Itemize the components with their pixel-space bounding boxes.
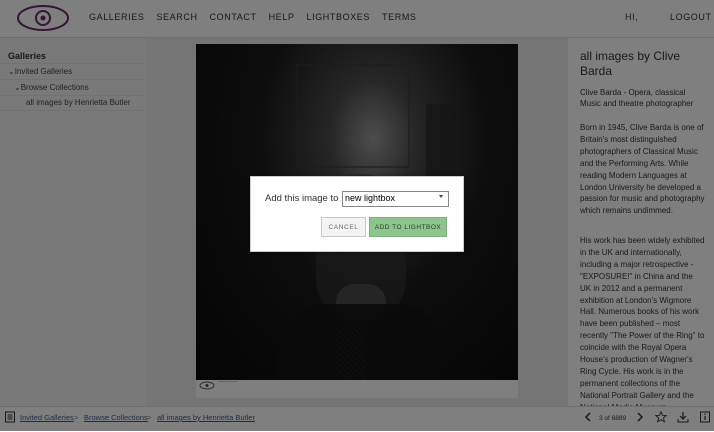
- dialog-label: Add this image to: [265, 193, 339, 204]
- lightbox-select-value: new lightbox: [345, 193, 396, 203]
- cancel-button[interactable]: CANCEL: [321, 217, 366, 237]
- add-to-lightbox-dialog: [250, 176, 464, 252]
- add-to-lightbox-button[interactable]: ADD TO LIGHTBOX: [369, 217, 447, 237]
- select-dropdown-icon[interactable]: [439, 195, 443, 198]
